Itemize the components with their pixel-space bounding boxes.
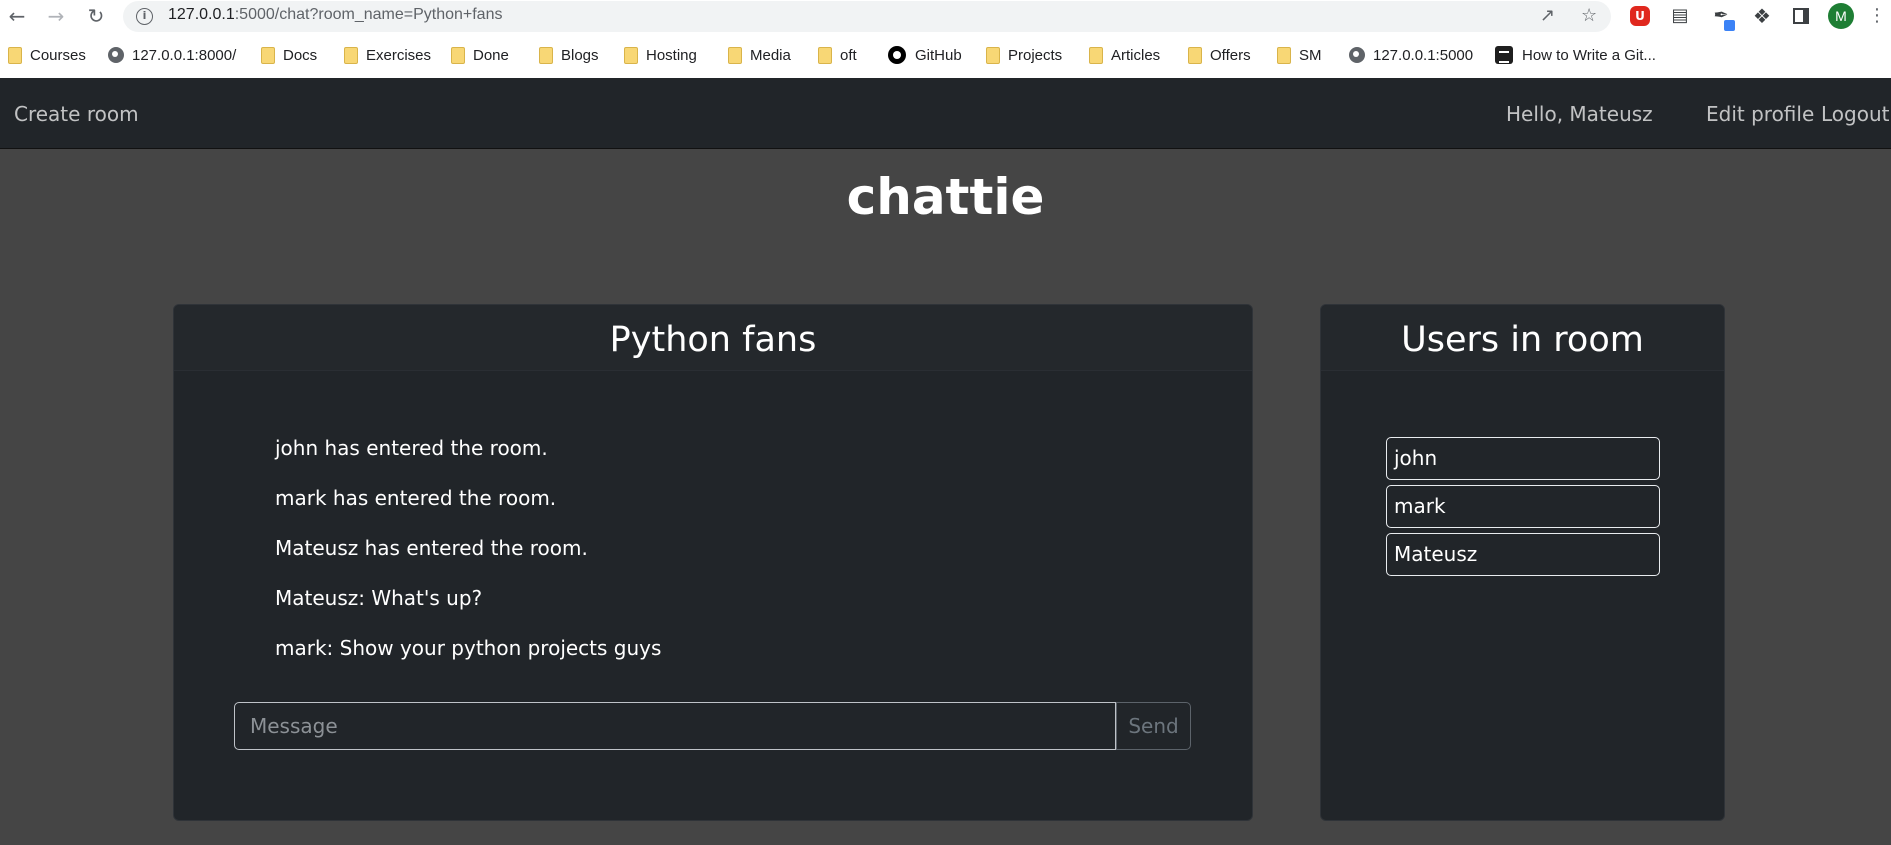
bookmarks-bar: Courses 127.0.0.1:8000/Docs Exercises Done B… <box>0 33 1891 78</box>
url-host: 127.0.0.1 <box>168 6 235 23</box>
bookmark-item[interactable]: How to Write a Git... <box>1495 44 1656 66</box>
folder-icon <box>539 46 553 64</box>
bookmark-label: Hosting <box>646 46 697 64</box>
send-button[interactable]: Send <box>1116 702 1191 750</box>
bookmark-label: Courses <box>30 46 86 64</box>
folder-icon <box>1188 46 1202 64</box>
url-text[interactable]: 127.0.0.1:5000/chat?room_name=Python+fan… <box>168 6 502 24</box>
bookmark-item[interactable]: Projects <box>986 44 1062 66</box>
bookmark-item[interactable]: Docs <box>261 44 317 66</box>
adblock-badge: U <box>1630 6 1650 26</box>
bookmark-star-icon[interactable]: ☆ <box>1581 5 1597 27</box>
bookmark-item[interactable]: Done <box>451 44 509 66</box>
room-title: Python fans <box>174 305 1252 371</box>
bookmark-item[interactable]: 127.0.0.1:8000/ <box>108 44 236 66</box>
bookmark-item[interactable]: Blogs <box>539 44 599 66</box>
edit-profile-link[interactable]: Edit profile <box>1706 102 1814 126</box>
doc-icon <box>1495 46 1513 64</box>
folder-icon <box>818 46 832 64</box>
folder-icon <box>8 46 22 64</box>
bookmark-label: Projects <box>1008 46 1063 64</box>
back-icon[interactable]: ← <box>5 4 29 28</box>
reader-extension-icon[interactable]: ▤ <box>1668 4 1692 28</box>
bookmark-label: oft <box>840 46 857 64</box>
share-icon[interactable]: ↗ <box>1540 5 1555 27</box>
bookmark-item[interactable]: Articles <box>1089 44 1160 66</box>
bookmark-item[interactable]: Exercises <box>344 44 431 66</box>
adblock-extension-icon[interactable]: U <box>1628 4 1652 28</box>
user-list: john mark Mateusz <box>1386 437 1660 581</box>
chat-message: mark: Show your python projects guys <box>275 636 662 660</box>
bookmark-item[interactable]: GitHub <box>888 44 962 66</box>
user-list-item: john <box>1386 437 1660 480</box>
chat-message: john has entered the room. <box>275 436 548 460</box>
bookmark-item[interactable]: Hosting <box>624 44 697 66</box>
app-navbar: Create room Hello, Mateusz Edit profile … <box>0 78 1891 149</box>
greeting-text: Hello, Mateusz <box>1506 102 1653 126</box>
folder-icon <box>1277 46 1291 64</box>
bookmark-label: Exercises <box>366 46 432 64</box>
chat-card: Python fans john has entered the room. ma… <box>173 304 1253 821</box>
color-picker-extension-icon[interactable]: ✒ <box>1709 4 1735 31</box>
folder-icon <box>261 46 275 64</box>
folder-icon <box>986 46 1000 64</box>
bookmark-label: Docs <box>283 46 318 64</box>
bookmark-item[interactable]: SM <box>1277 44 1322 66</box>
chat-message: mark has entered the room. <box>275 486 557 510</box>
globe-icon <box>1349 47 1365 63</box>
browser-toolbar: ← → ↻ i 127.0.0.1:5000/chat?room_name=Py… <box>0 0 1891 33</box>
folder-icon <box>344 46 358 64</box>
folder-icon <box>728 46 742 64</box>
url-path: :5000/chat?room_name=Python+fans <box>234 6 503 23</box>
create-room-link[interactable]: Create room <box>14 102 139 126</box>
globe-icon <box>108 47 124 63</box>
bookmark-label: GitHub <box>915 46 962 64</box>
bookmark-item[interactable]: Courses <box>8 44 86 66</box>
folder-icon <box>1089 46 1103 64</box>
bookmark-item[interactable]: 127.0.0.1:5000 <box>1349 44 1473 66</box>
profile-avatar[interactable]: M <box>1828 3 1854 29</box>
side-panel-icon[interactable] <box>1789 4 1813 28</box>
app-title: chattie <box>846 168 1045 226</box>
message-list: john has entered the room. mark has enter… <box>275 436 661 686</box>
bookmark-label: Offers <box>1210 46 1251 64</box>
extensions-puzzle-icon[interactable]: ❖ <box>1750 4 1774 28</box>
folder-icon <box>451 46 465 64</box>
address-bar[interactable]: i 127.0.0.1:5000/chat?room_name=Python+f… <box>123 1 1611 32</box>
bookmark-item[interactable]: Offers <box>1188 44 1251 66</box>
bookmark-label: Articles <box>1111 46 1161 64</box>
bookmark-label: Media <box>750 46 791 64</box>
logout-link[interactable]: Logout <box>1821 102 1889 126</box>
bookmark-item[interactable]: Media <box>728 44 791 66</box>
chat-message: Mateusz has entered the room. <box>275 536 588 560</box>
folder-icon <box>624 46 638 64</box>
github-icon <box>888 46 906 64</box>
bookmark-label: 127.0.0.1:8000/ <box>132 46 237 64</box>
browser-menu-icon[interactable]: ⋮ <box>1868 5 1886 27</box>
forward-icon[interactable]: → <box>44 4 68 28</box>
bookmark-label: 127.0.0.1:5000 <box>1373 46 1474 64</box>
message-input[interactable] <box>234 702 1116 750</box>
bookmark-item[interactable]: oft <box>818 44 857 66</box>
users-title: Users in room <box>1321 305 1724 371</box>
reload-icon[interactable]: ↻ <box>84 4 108 28</box>
site-info-icon[interactable]: i <box>136 8 153 25</box>
bookmark-label: Done <box>473 46 509 64</box>
chat-message: Mateusz: What's up? <box>275 586 483 610</box>
bookmark-label: How to Write a Git... <box>1522 46 1656 64</box>
bookmark-label: SM <box>1299 46 1322 64</box>
bookmark-label: Blogs <box>561 46 599 64</box>
users-card: Users in room john mark Mateusz <box>1320 304 1725 821</box>
user-list-item: mark <box>1386 485 1660 528</box>
user-list-item: Mateusz <box>1386 533 1660 576</box>
extension-badge <box>1724 20 1735 31</box>
